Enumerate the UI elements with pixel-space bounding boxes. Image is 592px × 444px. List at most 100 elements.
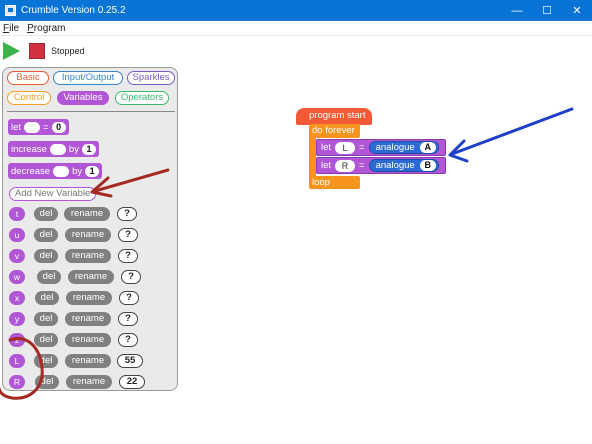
let-block[interactable]: let = 0 bbox=[8, 119, 69, 135]
category-control[interactable]: Control bbox=[7, 91, 51, 105]
increase-value[interactable]: 1 bbox=[81, 143, 96, 155]
variable-pill[interactable]: R bbox=[9, 375, 25, 389]
menu-file-label: ile bbox=[9, 22, 20, 34]
close-button[interactable]: ✕ bbox=[562, 0, 592, 21]
let-R-analogue-B-block[interactable]: let R = analogue B bbox=[316, 157, 446, 174]
decrease-block[interactable]: decrease by 1 bbox=[8, 163, 103, 179]
delete-variable-button[interactable]: del bbox=[35, 291, 59, 305]
variable-value: ? bbox=[117, 207, 137, 221]
rename-variable-button[interactable]: rename bbox=[64, 207, 110, 221]
let-label: let bbox=[321, 160, 332, 171]
toolbar: Stopped bbox=[0, 37, 592, 65]
variable-pill[interactable]: y bbox=[9, 312, 25, 326]
add-new-variable-button[interactable]: Add New Variable bbox=[9, 187, 97, 201]
analogue-label: analogue bbox=[375, 160, 415, 171]
delete-variable-button[interactable]: del bbox=[34, 312, 58, 326]
variable-pill[interactable]: t bbox=[9, 207, 25, 221]
category-variables[interactable]: Variables bbox=[57, 91, 109, 105]
variable-pill[interactable]: x bbox=[9, 291, 25, 305]
variable-value: ? bbox=[118, 228, 138, 242]
menu-program-label: rogram bbox=[33, 22, 66, 34]
do-forever-arm bbox=[309, 137, 316, 177]
variable-row-R: R del rename 22 bbox=[9, 374, 169, 390]
category-operators[interactable]: Operators bbox=[115, 91, 169, 105]
let-variable[interactable]: R bbox=[335, 159, 356, 172]
let-label: let bbox=[11, 121, 22, 133]
decrease-by: by bbox=[72, 165, 83, 177]
blue-arrow-annotation bbox=[448, 107, 574, 163]
rename-variable-button[interactable]: rename bbox=[66, 375, 112, 389]
rename-variable-button[interactable]: rename bbox=[65, 354, 111, 368]
run-status: Stopped bbox=[51, 46, 85, 56]
let-label: let bbox=[321, 142, 332, 153]
maximize-button[interactable]: ☐ bbox=[532, 0, 562, 21]
stop-icon[interactable] bbox=[29, 43, 45, 59]
menu-file[interactable]: File bbox=[3, 23, 19, 34]
do-forever-label: do forever bbox=[309, 124, 360, 138]
palette-divider bbox=[7, 111, 175, 112]
app-icon bbox=[5, 5, 16, 16]
variable-row-y: y del rename ? bbox=[9, 311, 169, 327]
variable-row-v: v del rename ? bbox=[9, 248, 169, 264]
let-equals: = bbox=[359, 160, 365, 171]
variable-row-z: z del rename ? bbox=[9, 332, 169, 348]
variable-pill[interactable]: L bbox=[9, 354, 25, 368]
category-sparkles[interactable]: Sparkles bbox=[127, 71, 175, 85]
analogue-block[interactable]: analogue B bbox=[368, 159, 439, 172]
block-palette: Basic Input/Output Sparkles Control Vari… bbox=[2, 67, 178, 391]
variable-value: ? bbox=[121, 270, 141, 284]
variable-value: ? bbox=[118, 249, 138, 263]
rename-variable-button[interactable]: rename bbox=[65, 312, 111, 326]
menu-program[interactable]: Program bbox=[27, 23, 65, 34]
program-start-block[interactable]: program start bbox=[296, 108, 372, 125]
variable-row-x: x del rename ? bbox=[9, 290, 169, 306]
delete-variable-button[interactable]: del bbox=[34, 333, 58, 347]
run-icon[interactable] bbox=[3, 42, 20, 60]
analogue-port[interactable]: B bbox=[419, 160, 436, 171]
variable-pill[interactable]: v bbox=[9, 249, 25, 263]
menu-bar: File Program bbox=[0, 21, 592, 36]
rename-variable-button[interactable]: rename bbox=[65, 228, 111, 242]
window-title: Crumble Version 0.25.2 bbox=[21, 5, 126, 16]
rename-variable-button[interactable]: rename bbox=[68, 270, 114, 284]
analogue-port[interactable]: A bbox=[419, 142, 436, 153]
loop-label: loop bbox=[309, 176, 360, 189]
menu-program-mnemonic: P bbox=[27, 22, 34, 34]
decrease-value[interactable]: 1 bbox=[85, 165, 100, 177]
title-bar: Crumble Version 0.25.2 — ☐ ✕ bbox=[0, 0, 592, 21]
delete-variable-button[interactable]: del bbox=[34, 354, 58, 368]
variable-pill[interactable]: u bbox=[9, 228, 25, 242]
increase-by: by bbox=[68, 143, 79, 155]
variable-pill[interactable]: w bbox=[9, 270, 25, 284]
increase-label: increase bbox=[11, 143, 47, 155]
delete-variable-button[interactable]: del bbox=[34, 228, 58, 242]
minimize-button[interactable]: — bbox=[502, 0, 532, 21]
increase-block[interactable]: increase by 1 bbox=[8, 141, 99, 157]
decrease-variable-slot[interactable] bbox=[53, 165, 70, 177]
let-variable[interactable]: L bbox=[335, 141, 356, 154]
category-input-output[interactable]: Input/Output bbox=[53, 71, 123, 85]
category-basic[interactable]: Basic bbox=[7, 71, 49, 85]
let-value[interactable]: 0 bbox=[51, 121, 66, 133]
let-equals: = bbox=[359, 142, 365, 153]
variable-pill[interactable]: z bbox=[9, 333, 25, 347]
window-controls: — ☐ ✕ bbox=[502, 0, 592, 21]
variable-value: ? bbox=[118, 333, 138, 347]
decrease-label: decrease bbox=[11, 165, 51, 177]
let-equals: = bbox=[43, 121, 49, 133]
variable-row-w: w del rename ? bbox=[9, 269, 169, 285]
delete-variable-button[interactable]: del bbox=[34, 207, 58, 221]
variable-value: ? bbox=[118, 312, 138, 326]
analogue-block[interactable]: analogue A bbox=[368, 141, 439, 154]
rename-variable-button[interactable]: rename bbox=[66, 291, 112, 305]
let-variable-slot[interactable] bbox=[24, 121, 41, 133]
variable-value: 22 bbox=[119, 375, 145, 389]
let-L-analogue-A-block[interactable]: let L = analogue A bbox=[316, 139, 446, 156]
increase-variable-slot[interactable] bbox=[49, 143, 66, 155]
delete-variable-button[interactable]: del bbox=[37, 270, 61, 284]
rename-variable-button[interactable]: rename bbox=[65, 333, 111, 347]
variable-value: ? bbox=[119, 291, 139, 305]
rename-variable-button[interactable]: rename bbox=[65, 249, 111, 263]
delete-variable-button[interactable]: del bbox=[35, 375, 59, 389]
delete-variable-button[interactable]: del bbox=[34, 249, 58, 263]
